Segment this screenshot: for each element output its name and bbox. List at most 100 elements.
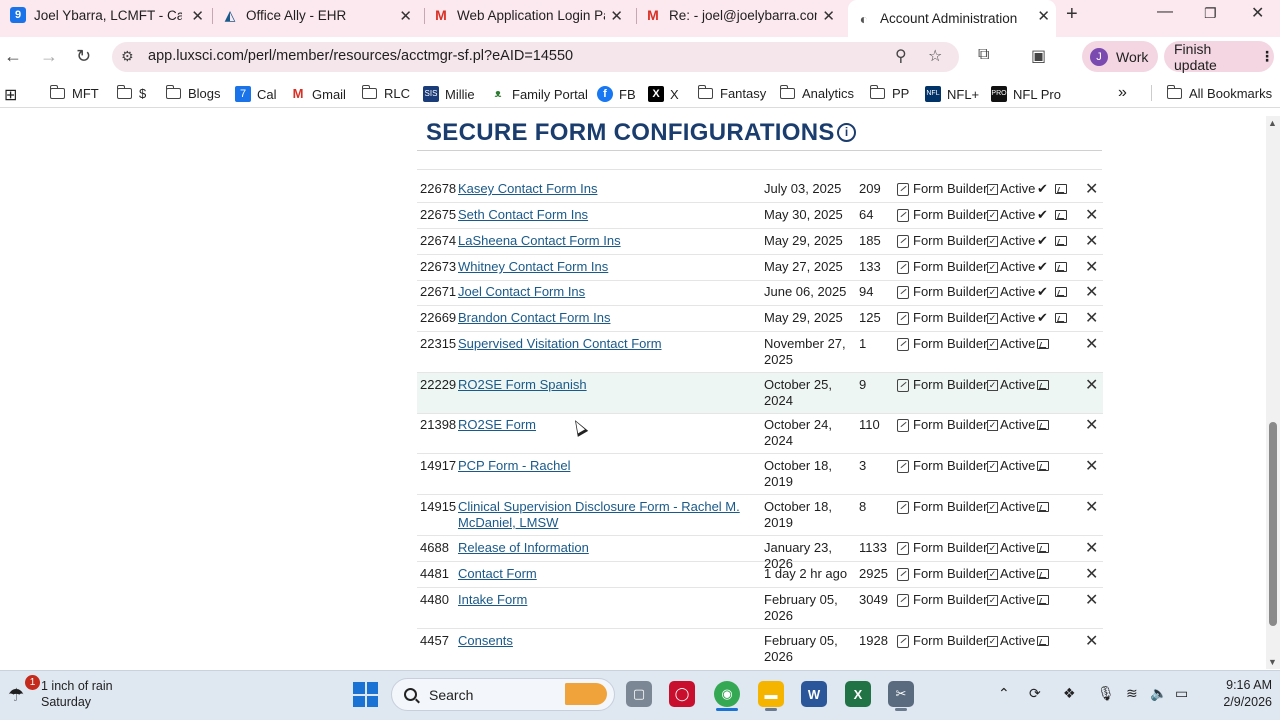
image-settings-icon[interactable] [1055, 287, 1067, 297]
new-tab-icon[interactable]: + [1066, 3, 1078, 26]
bookmark-rlc[interactable]: RLC [361, 85, 410, 101]
delete-icon[interactable]: ✕ [1085, 308, 1098, 328]
image-settings-icon[interactable] [1055, 313, 1067, 323]
form-builder-link[interactable]: Form Builder [897, 377, 987, 393]
extensions-icon[interactable]: ⧉ [978, 46, 989, 64]
bookmark-fb[interactable]: f FB [597, 86, 636, 102]
form-builder-link[interactable]: Form Builder [897, 207, 987, 223]
active-status[interactable]: ✓ Active [987, 336, 1035, 352]
tab-web-login[interactable]: M Web Application Login Pa ✕ [433, 0, 629, 30]
wifi-icon[interactable]: ≋ [1126, 685, 1138, 702]
form-builder-link[interactable]: Form Builder [897, 181, 987, 197]
form-name-link[interactable]: Kasey Contact Form Ins [458, 181, 748, 197]
reload-icon[interactable]: ↻ [76, 46, 91, 67]
delete-icon[interactable]: ✕ [1085, 564, 1098, 584]
image-settings-icon[interactable] [1055, 236, 1067, 246]
bookmark-fantasy[interactable]: Fantasy [697, 85, 766, 101]
forward-icon[interactable]: → [40, 46, 58, 67]
image-settings-icon[interactable] [1055, 184, 1067, 194]
delete-icon[interactable]: ✕ [1085, 282, 1098, 302]
back-icon[interactable]: ← [4, 46, 22, 67]
app-red-icon[interactable]: ◯ [669, 681, 695, 707]
more-bookmarks-icon[interactable]: » [1118, 84, 1127, 102]
word-icon[interactable]: W [801, 681, 827, 707]
close-tab-icon[interactable]: ✕ [1037, 7, 1050, 25]
image-settings-icon[interactable] [1037, 420, 1049, 430]
form-builder-link[interactable]: Form Builder [897, 499, 987, 515]
show-hidden-icons-icon[interactable]: ⌃ [998, 685, 1010, 702]
form-builder-link[interactable]: Form Builder [897, 259, 987, 275]
bookmark-blogs[interactable]: Blogs [165, 85, 221, 101]
bookmark-mft[interactable]: MFT [49, 85, 99, 101]
delete-icon[interactable]: ✕ [1085, 497, 1098, 517]
bookmark-pp[interactable]: PP [869, 85, 909, 101]
form-name-link[interactable]: PCP Form - Rachel [458, 458, 748, 474]
delete-icon[interactable]: ✕ [1085, 231, 1098, 251]
delete-icon[interactable]: ✕ [1085, 179, 1098, 199]
bookmark-gmail[interactable]: M Gmail [290, 86, 346, 102]
form-name-link[interactable]: RO2SE Form [458, 417, 748, 433]
bookmark-analytics[interactable]: Analytics [779, 85, 854, 101]
form-builder-link[interactable]: Form Builder [897, 592, 987, 608]
delete-icon[interactable]: ✕ [1085, 538, 1098, 558]
form-builder-link[interactable]: Form Builder [897, 633, 987, 649]
bookmark-cal[interactable]: 7 Cal [235, 86, 277, 102]
info-icon[interactable]: i [837, 123, 856, 142]
bookmark-nfl-pro[interactable]: PRO NFL Pro [991, 86, 1061, 102]
bookmark-millie[interactable]: SIS Millie [423, 86, 475, 102]
active-status[interactable]: ✓ Active [987, 284, 1035, 300]
form-name-link[interactable]: Supervised Visitation Contact Form [458, 336, 748, 352]
image-settings-icon[interactable] [1037, 502, 1049, 512]
bookmark-x[interactable]: XX [648, 86, 679, 102]
restore-icon[interactable]: ❐ [1204, 5, 1217, 22]
delete-icon[interactable]: ✕ [1085, 631, 1098, 651]
active-status[interactable]: ✓ Active [987, 458, 1035, 474]
image-settings-icon[interactable] [1037, 543, 1049, 553]
form-name-link[interactable]: Whitney Contact Form Ins [458, 259, 748, 275]
finish-update-button[interactable]: Finish update ⋮ [1164, 41, 1274, 73]
profile-button[interactable]: J Work [1082, 41, 1158, 72]
form-name-link[interactable]: Intake Form [458, 592, 748, 608]
task-view-icon[interactable]: ▢ [626, 681, 652, 707]
sync-icon[interactable]: ⟳ [1029, 685, 1041, 702]
close-tab-icon[interactable]: ✕ [822, 7, 835, 25]
form-builder-link[interactable]: Form Builder [897, 458, 987, 474]
active-status[interactable]: ✓ Active [987, 207, 1035, 223]
form-builder-link[interactable]: Form Builder [897, 284, 987, 300]
bookmark-nfl-plus[interactable]: NFL NFL+ [925, 86, 979, 102]
clock[interactable]: 9:16 AM 2/9/2026 [1200, 677, 1272, 711]
form-builder-link[interactable]: Form Builder [897, 540, 987, 556]
image-settings-icon[interactable] [1037, 569, 1049, 579]
active-status[interactable]: ✓ Active [987, 633, 1035, 649]
bookmark-star-icon[interactable]: ☆ [928, 46, 942, 66]
battery-icon[interactable]: ▭ [1175, 685, 1188, 702]
close-window-icon[interactable]: ✕ [1251, 3, 1264, 23]
delete-icon[interactable]: ✕ [1085, 257, 1098, 277]
form-name-link[interactable]: Clinical Supervision Disclosure Form - R… [458, 499, 748, 531]
delete-icon[interactable]: ✕ [1085, 415, 1098, 435]
delete-icon[interactable]: ✕ [1085, 456, 1098, 476]
close-tab-icon[interactable]: ✕ [610, 7, 623, 25]
form-name-link[interactable]: Joel Contact Form Ins [458, 284, 748, 300]
active-status[interactable]: ✓ Active [987, 377, 1035, 393]
delete-icon[interactable]: ✕ [1085, 334, 1098, 354]
active-status[interactable]: ✓ Active [987, 417, 1035, 433]
form-name-link[interactable]: RO2SE Form Spanish [458, 377, 748, 393]
form-builder-link[interactable]: Form Builder [897, 417, 987, 433]
tab-email-re[interactable]: M Re: - joel@joelybarra.com ✕ [645, 0, 841, 30]
form-name-link[interactable]: LaSheena Contact Form Ins [458, 233, 748, 249]
delete-icon[interactable]: ✕ [1085, 205, 1098, 225]
active-status[interactable]: ✓ Active [987, 540, 1035, 556]
scrollbar-thumb[interactable] [1269, 422, 1277, 626]
tab-calendar[interactable]: 9 Joel Ybarra, LCMFT - Caler ✕ [10, 0, 210, 30]
image-settings-icon[interactable] [1037, 461, 1049, 471]
bookmark-family-portal[interactable]: ᴥ Family Portal [490, 86, 588, 102]
zoom-icon[interactable]: ⚲ [895, 46, 907, 66]
form-builder-link[interactable]: Form Builder [897, 566, 987, 582]
volume-icon[interactable]: 🔈 [1150, 685, 1167, 702]
active-status[interactable]: ✓ Active [987, 233, 1035, 249]
form-name-link[interactable]: Seth Contact Form Ins [458, 207, 748, 223]
form-builder-link[interactable]: Form Builder [897, 310, 987, 326]
tab-search-icon[interactable]: ▣ [1031, 46, 1046, 66]
form-builder-link[interactable]: Form Builder [897, 233, 987, 249]
